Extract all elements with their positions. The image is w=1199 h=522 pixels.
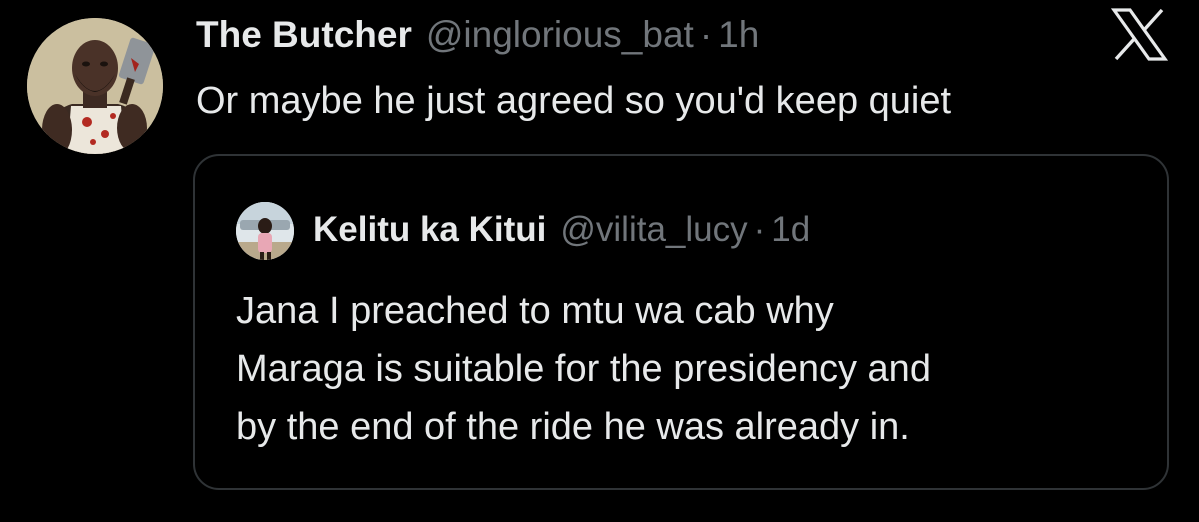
quoted-tweet-timestamp[interactable]: 1d <box>771 205 810 255</box>
quoted-author-handle[interactable]: @vilita_lucy <box>560 205 747 255</box>
user-avatar-icon <box>236 202 294 260</box>
separator-dot: · <box>699 14 713 55</box>
tweet: The Butcher @inglorious_bat · 1h Or mayb… <box>0 0 1199 522</box>
x-logo-icon[interactable] <box>1110 6 1169 63</box>
quoted-tweet-text: Jana I preached to mtu wa cab why Maraga… <box>236 282 1156 456</box>
quoted-tweet-card[interactable]: Kelitu ka Kitui @vilita_lucy · 1d Jana I… <box>193 154 1169 490</box>
x-logo-glyph <box>1110 8 1169 61</box>
author-avatar[interactable] <box>27 18 163 154</box>
tweet-header: The Butcher @inglorious_bat · 1h <box>196 10 759 60</box>
quoted-author-avatar[interactable] <box>236 202 294 260</box>
quoted-author-display-name[interactable]: Kelitu ka Kitui <box>313 205 546 255</box>
quoted-text-line: Jana I preached to mtu wa cab why <box>236 290 834 332</box>
butcher-avatar-icon <box>27 18 163 154</box>
quoted-text-line: Maraga is suitable for the presidency an… <box>236 348 931 390</box>
author-display-name[interactable]: The Butcher <box>196 10 412 60</box>
tweet-timestamp[interactable]: 1h <box>718 10 759 60</box>
quoted-tweet-header: Kelitu ka Kitui @vilita_lucy · 1d <box>313 205 810 255</box>
tweet-text: Or maybe he just agreed so you'd keep qu… <box>196 80 952 122</box>
author-handle[interactable]: @inglorious_bat <box>426 10 694 60</box>
quoted-text-line: by the end of the ride he was already in… <box>236 406 910 448</box>
quoted-separator-dot: · <box>753 210 766 249</box>
